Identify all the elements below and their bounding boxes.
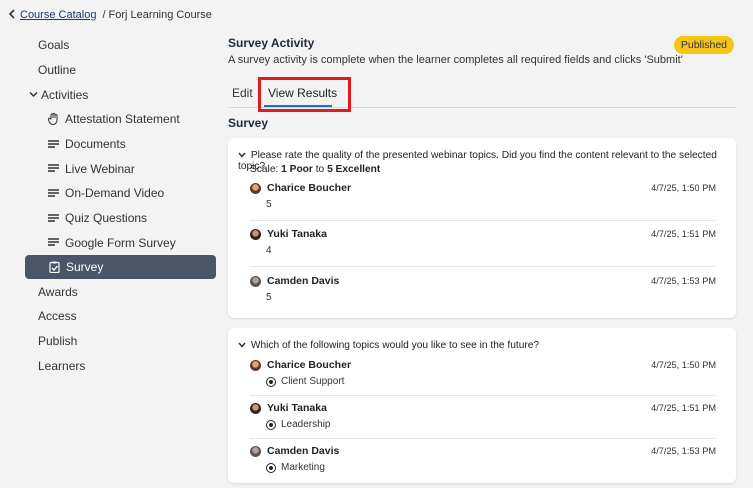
lines-icon [46, 139, 60, 149]
scale-low: 1 Poor [281, 164, 313, 175]
chevron-down-icon [238, 150, 248, 161]
response-item: Yuki Tanaka 4 4/7/25, 1:51 PM [250, 228, 716, 256]
sidebar-item-learners[interactable]: Learners [24, 353, 216, 378]
sidebar-item-label: Quiz Questions [65, 211, 148, 226]
avatar [250, 402, 261, 414]
respondent-name: Yuki Tanaka [267, 402, 327, 414]
scale-text: Scale: 1 Poor to 5 Excellent [250, 164, 380, 175]
sidebar-item-publish[interactable]: Publish [24, 329, 216, 354]
response-value: 4 [266, 245, 272, 256]
sidebar-item-label: Awards [38, 284, 78, 299]
lines-icon [46, 213, 60, 223]
avatar [250, 228, 261, 240]
sidebar-item-survey[interactable]: Survey [25, 255, 216, 280]
response-timestamp: 4/7/25, 1:50 PM [651, 183, 716, 193]
response-value: Leadership [266, 419, 716, 430]
response-timestamp: 4/7/25, 1:51 PM [651, 403, 716, 413]
page-subtitle: A survey activity is complete when the l… [228, 54, 683, 66]
response-item: Charice Boucher Client Support 4/7/25, 1… [250, 359, 716, 387]
hand-icon [46, 113, 60, 126]
lines-icon [46, 164, 60, 173]
radio-selected-icon [266, 419, 276, 430]
chevron-down-icon [238, 340, 248, 351]
sidebar-item-label: Publish [38, 333, 78, 348]
sidebar-item-label: Activities [41, 87, 89, 102]
sidebar-item-label: Live Webinar [65, 161, 135, 176]
radio-selected-icon [266, 462, 276, 473]
response-option: Client Support [281, 376, 345, 387]
breadcrumb-current: / Forj Learning Course [102, 9, 212, 21]
divider [250, 395, 716, 396]
sidebar-item-label: Learners [38, 358, 86, 373]
sidebar-item-goals[interactable]: Goals [24, 33, 216, 58]
sidebar-item-google-form-survey[interactable]: Google Form Survey [24, 231, 216, 256]
sidebar-item-outline[interactable]: Outline [24, 58, 216, 83]
response-value: 5 [266, 199, 272, 210]
response-timestamp: 4/7/25, 1:53 PM [651, 276, 716, 286]
sidebar-item-label: Documents [65, 137, 126, 152]
chevron-down-icon [29, 91, 39, 98]
sidebar-item-on-demand-video[interactable]: On-Demand Video [24, 181, 216, 206]
status-badge: Published [673, 36, 734, 54]
response-option: Leadership [281, 419, 331, 430]
sidebar-item-label: Attestation Statement [65, 112, 180, 127]
divider [250, 266, 716, 267]
question-text: Which of the following topics would you … [250, 340, 540, 351]
scale-high: 5 Excellent [327, 164, 381, 175]
sidebar-item-quiz-questions[interactable]: Quiz Questions [24, 206, 216, 231]
respondent-name: Charice Boucher [267, 359, 352, 371]
sidebar-item-access[interactable]: Access [24, 304, 216, 329]
tab-edit[interactable]: Edit [232, 86, 253, 100]
radio-selected-icon [266, 376, 276, 387]
sidebar-item-label: Goals [38, 38, 70, 53]
scale-to: to [315, 164, 325, 175]
response-value: Client Support [266, 376, 716, 387]
respondent-name: Camden Davis [267, 275, 340, 287]
breadcrumb: Course Catalog / Forj Learning Course [8, 8, 212, 22]
sidebar-item-label: Access [38, 309, 77, 324]
divider [250, 438, 716, 439]
divider [250, 220, 716, 221]
respondent-name: Yuki Tanaka [267, 228, 327, 240]
sidebar-item-label: Google Form Survey [65, 235, 176, 250]
sidebar: Goals Outline Activities Attestation Sta… [24, 33, 216, 378]
chevron-left-icon[interactable] [8, 8, 18, 22]
response-item: Charice Boucher 5 4/7/25, 1:50 PM [250, 182, 716, 210]
avatar [250, 182, 261, 194]
response-item: Camden Davis Marketing 4/7/25, 1:53 PM [250, 445, 716, 473]
question-card: Which of the following topics would you … [228, 328, 736, 483]
response-timestamp: 4/7/25, 1:50 PM [651, 360, 716, 370]
clipboard-check-icon [47, 261, 61, 274]
lines-icon [46, 189, 60, 198]
response-value: Marketing [266, 462, 716, 473]
question-header[interactable]: Which of the following topics would you … [238, 340, 728, 351]
sidebar-item-attestation-statement[interactable]: Attestation Statement [24, 107, 216, 132]
scale-prefix: Scale: [250, 164, 279, 175]
section-label: Survey [228, 116, 269, 130]
main-header: Survey Activity A survey activity is com… [228, 36, 736, 66]
lines-icon [46, 238, 60, 247]
breadcrumb-course-catalog-link[interactable]: Course Catalog [20, 9, 96, 21]
response-timestamp: 4/7/25, 1:51 PM [651, 229, 716, 239]
response-timestamp: 4/7/25, 1:53 PM [651, 446, 716, 456]
avatar [250, 359, 261, 371]
sidebar-item-label: Outline [38, 63, 77, 78]
respondent-name: Charice Boucher [267, 182, 352, 194]
sidebar-item-awards[interactable]: Awards [24, 279, 216, 304]
sidebar-item-label: On-Demand Video [65, 186, 165, 201]
sidebar-item-label: Survey [66, 260, 104, 275]
respondent-name: Camden Davis [267, 445, 340, 457]
avatar [250, 275, 261, 287]
highlight-annotation-box [258, 77, 351, 112]
sidebar-item-documents[interactable]: Documents [24, 132, 216, 157]
sidebar-item-activities[interactable]: Activities [24, 82, 216, 107]
response-item: Camden Davis 5 4/7/25, 1:53 PM [250, 275, 716, 303]
question-card: Please rate the quality of the presented… [228, 138, 736, 318]
avatar [250, 445, 261, 457]
page-title: Survey Activity [228, 36, 315, 50]
response-item: Yuki Tanaka Leadership 4/7/25, 1:51 PM [250, 402, 716, 430]
response-option: Marketing [281, 462, 325, 473]
sidebar-item-live-webinar[interactable]: Live Webinar [24, 156, 216, 181]
response-value: 5 [266, 292, 272, 303]
